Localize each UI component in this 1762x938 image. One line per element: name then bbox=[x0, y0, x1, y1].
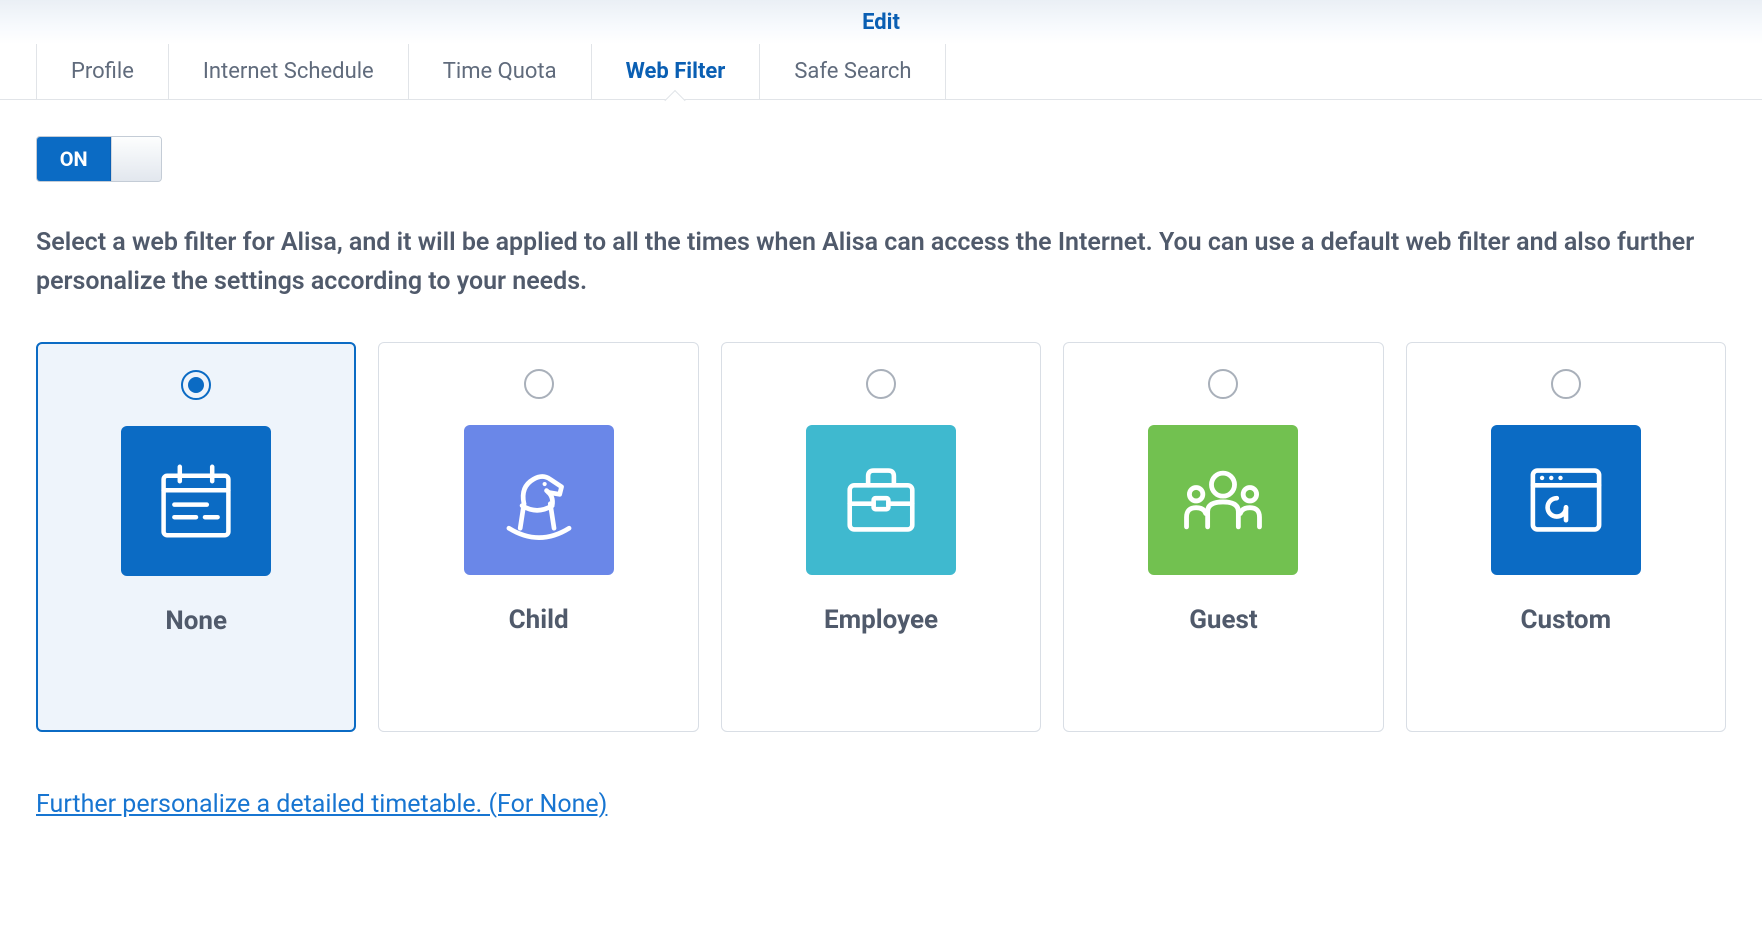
filter-label: None bbox=[165, 606, 227, 636]
briefcase-icon bbox=[806, 425, 956, 575]
radio-custom[interactable] bbox=[1551, 369, 1581, 399]
toggle-knob bbox=[111, 137, 161, 181]
description-text: Select a web filter for Alisa, and it wi… bbox=[36, 224, 1726, 302]
tab-profile[interactable]: Profile bbox=[36, 44, 169, 99]
browser-wrench-icon bbox=[1491, 425, 1641, 575]
tab-internet-schedule[interactable]: Internet Schedule bbox=[169, 44, 409, 99]
filter-label: Child bbox=[509, 605, 569, 635]
people-group-icon bbox=[1148, 425, 1298, 575]
filter-card-guest[interactable]: Guest bbox=[1063, 342, 1383, 732]
filter-cards: None Child bbox=[36, 342, 1726, 732]
page-title: Edit bbox=[0, 0, 1762, 44]
web-filter-toggle[interactable]: ON bbox=[36, 136, 162, 182]
radio-employee[interactable] bbox=[866, 369, 896, 399]
filter-label: Employee bbox=[824, 605, 938, 635]
filter-card-child[interactable]: Child bbox=[378, 342, 698, 732]
tab-web-filter[interactable]: Web Filter bbox=[592, 44, 761, 99]
tab-safe-search[interactable]: Safe Search bbox=[760, 44, 946, 99]
rocking-horse-icon bbox=[464, 425, 614, 575]
personalize-timetable-link[interactable]: Further personalize a detailed timetable… bbox=[36, 790, 607, 819]
toggle-state-label: ON bbox=[37, 137, 111, 181]
radio-guest[interactable] bbox=[1208, 369, 1238, 399]
filter-label: Guest bbox=[1189, 605, 1257, 635]
radio-child[interactable] bbox=[524, 369, 554, 399]
tab-time-quota[interactable]: Time Quota bbox=[409, 44, 592, 99]
filter-card-none[interactable]: None bbox=[36, 342, 356, 732]
filter-label: Custom bbox=[1521, 605, 1612, 635]
filter-card-custom[interactable]: Custom bbox=[1406, 342, 1726, 732]
tabs: Profile Internet Schedule Time Quota Web… bbox=[0, 44, 1762, 100]
calendar-notes-icon bbox=[121, 426, 271, 576]
radio-none[interactable] bbox=[181, 370, 211, 400]
filter-card-employee[interactable]: Employee bbox=[721, 342, 1041, 732]
